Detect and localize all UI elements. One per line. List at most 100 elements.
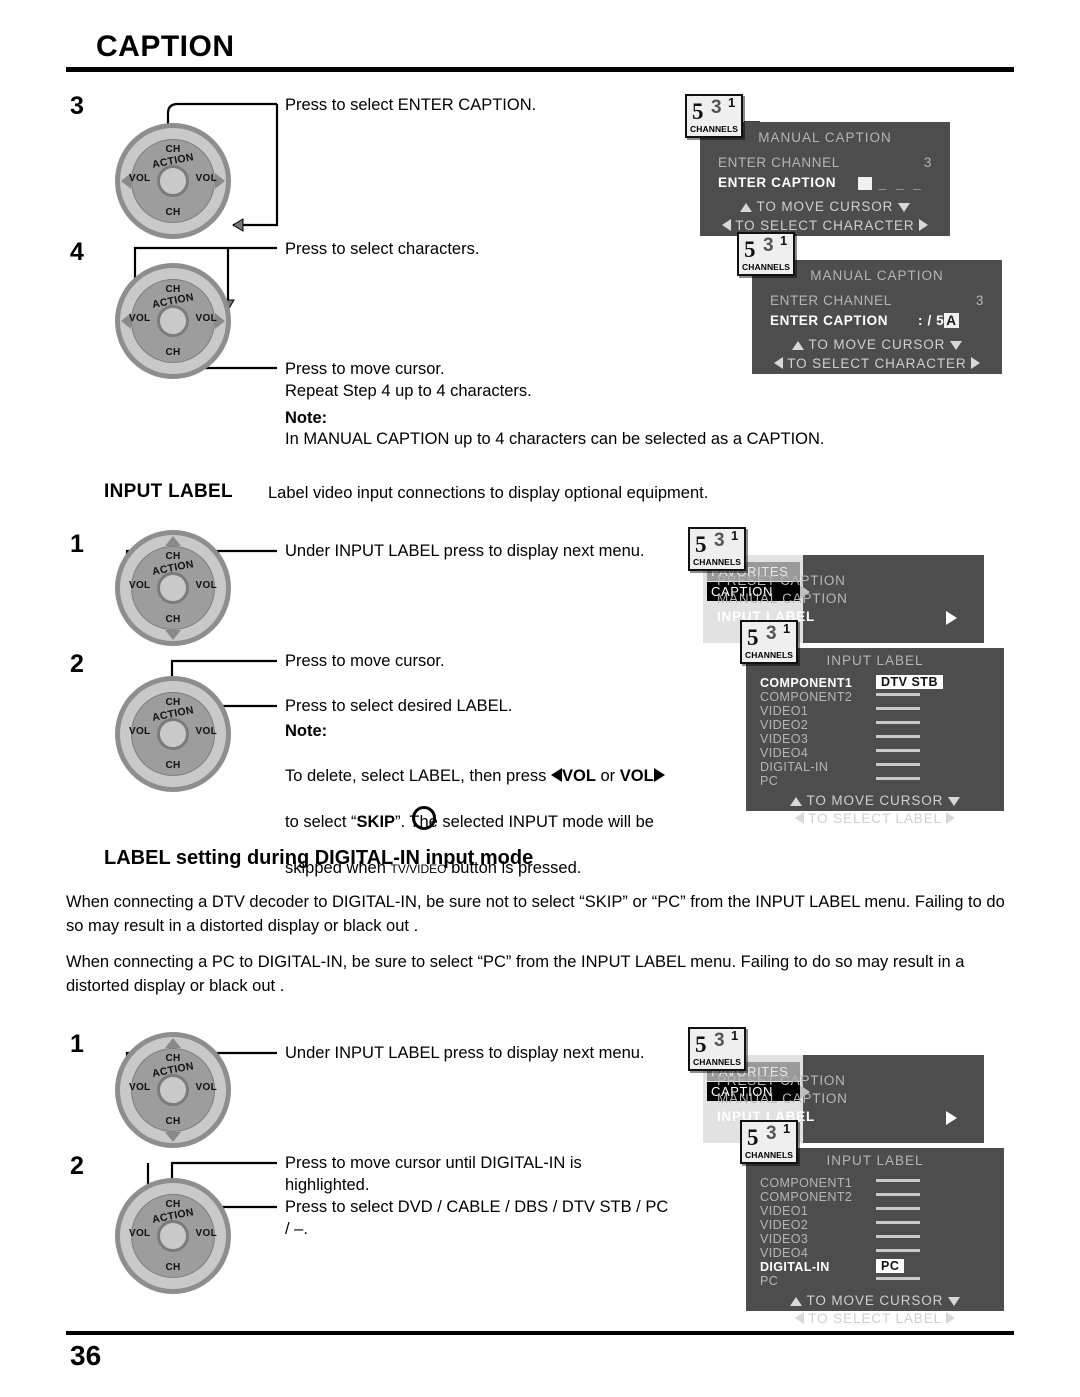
remote-dial-step3[interactable]: CH CH VOL VOL ACTION [115,123,231,239]
input-label-row[interactable]: VIDEO4 [760,1245,990,1260]
right-arrow-icon [946,812,956,824]
digital-in-para-1: When connecting a DTV decoder to DIGITAL… [66,893,1005,935]
menu-item-preset-caption[interactable]: PRESET CAPTION [717,573,846,588]
dial-label-ch-bottom: CH [165,1116,181,1127]
dial-action-hub[interactable] [157,572,189,604]
badge-caption: CHANNELS [692,557,742,567]
dial-down-arrow-icon [165,630,181,640]
step4-repeat: Repeat Step 4 up to 4 characters. [285,382,532,400]
input-label-row[interactable]: VIDEO3 [760,1231,990,1246]
input-label-empty-dash-icon [876,1235,920,1238]
badge-sup-number: 3 [714,1030,725,1051]
remote-dial-il-step2[interactable]: CH CH VOL VOL ACTION [115,676,231,792]
badge-sup-number: 3 [766,1123,777,1144]
menu-item-manual-caption[interactable]: MANUAL CAPTION [717,591,848,606]
input-label-row[interactable]: VIDEO2 [760,1217,990,1232]
input-label-row[interactable]: COMPONENT2 [760,688,990,704]
input-label-row-value [876,688,920,703]
il-note-text-a: To delete, select LABEL, then press [285,767,551,785]
badge-main-number: 5 [692,99,704,124]
badge-caption: CHANNELS [741,262,791,272]
page-number: 36 [70,1340,102,1371]
input-label-row[interactable]: VIDEO3 [760,731,990,746]
input-label-row[interactable]: DIGITAL-IN PC [760,1259,990,1274]
up-arrow-icon [790,1297,803,1306]
left-arrow-icon [773,357,783,369]
input-label-row[interactable]: DIGITAL-IN [760,758,990,774]
osd-manual-caption-1: MANUAL CAPTION ENTER CHANNEL 3 ENTER CAP… [700,122,950,236]
hint-text: TO SELECT LABEL [808,1311,942,1326]
dial-action-hub[interactable] [157,1074,189,1106]
dg-step2-d: / –. [285,1220,308,1238]
input-label-row[interactable]: COMPONENT1 DTV STB [760,675,990,690]
badge-main-number: 5 [744,237,756,262]
hint-text: TO SELECT CHARACTER [735,218,915,233]
dial-label-ch-bottom: CH [165,1262,181,1273]
input-label-rows-1: COMPONENT1 DTV STB COMPONENT2 VIDEO1 VIDEO2 V… [760,675,990,788]
dial-action-hub[interactable] [157,165,189,197]
menu-item-preset-caption[interactable]: PRESET CAPTION [717,1073,846,1088]
hint-text: TO SELECT LABEL [808,811,942,826]
up-arrow-icon [790,797,803,806]
hint-text: TO MOVE CURSOR [808,337,946,352]
down-arrow-icon [947,1297,960,1306]
input-label-row-label: VIDEO2 [760,1218,809,1232]
remote-dial-dg-step1[interactable]: CH CH VOL VOL ACTION [115,1032,231,1148]
input-label-row[interactable]: VIDEO4 [760,745,990,760]
osd-title: MANUAL CAPTION [758,130,892,145]
input-label-row[interactable]: PC [760,773,990,788]
dial-action-hub[interactable] [157,1220,189,1252]
osd-value-enter-caption: : / 5A [918,313,959,328]
digital-in-para-2: When connecting a PC to DIGITAL-IN, be s… [66,953,965,995]
input-label-row[interactable]: VIDEO1 [760,703,990,718]
dial-up-arrow-icon [165,1038,181,1048]
dial-action-hub[interactable] [157,718,189,750]
remote-dial-dg-step2[interactable]: CH CH VOL VOL ACTION [115,1178,231,1294]
input-label-row[interactable]: COMPONENT1 [760,1175,990,1190]
osd-label-enter-caption: ENTER CAPTION [718,175,837,190]
channels-badge-6: 5 3 1 CHANNELS [740,1120,798,1164]
input-label-rows-2: COMPONENT1 COMPONENT2 VIDEO1 VIDEO2 VIDEO3 VI… [760,1175,990,1288]
badge-caption: CHANNELS [692,1057,742,1067]
osd-value-enter-channel: 3 [975,293,984,308]
badge-caption: CHANNELS [689,124,739,134]
step4-instruction: Press to select characters. [285,240,480,258]
osd-label-enter-caption: ENTER CAPTION [770,313,889,328]
step-number-il2: 2 [70,650,84,678]
remote-dial-step4[interactable]: CH CH VOL VOL ACTION [115,263,231,379]
input-label-empty-dash-icon [876,693,920,696]
input-label-description: Label video input connections to display… [268,484,709,502]
dial-label-vol-right: VOL [195,1228,217,1239]
left-arrow-icon [794,1312,804,1324]
input-label-row[interactable]: VIDEO2 [760,717,990,732]
caption-cursor-block-icon [858,177,872,190]
badge-sup2-number: 1 [728,95,736,110]
input-label-empty-dash-icon [876,1179,920,1182]
channels-badge-2: 5 3 1 CHANNELS [737,232,795,276]
down-arrow-icon [949,341,962,350]
input-label-row[interactable]: PC [760,1272,990,1288]
note-label-input-label: Note: [285,722,328,740]
menu-item-manual-caption[interactable]: MANUAL CAPTION [717,1091,848,1106]
remote-dial-il-step1[interactable]: CH CH VOL VOL ACTION [115,530,231,646]
input-label-row[interactable]: COMPONENT2 [760,1189,990,1204]
input-label-row[interactable]: VIDEO1 [760,1203,990,1218]
input-label-row-label: VIDEO3 [760,732,809,746]
dial-label-ch-bottom: CH [165,207,181,218]
dial-action-hub[interactable] [157,305,189,337]
vol-left-arrow-icon [551,768,562,782]
il-step2-select: Press to select desired LABEL. [285,697,513,715]
badge-sup2-number: 1 [731,1028,739,1043]
input-label-row-label: VIDEO3 [760,1232,809,1246]
channels-badge-5: 5 3 1 CHANNELS [688,1027,746,1071]
il-note-skip: SKIP [356,813,396,831]
input-label-row-value [876,758,920,773]
hint-text: TO MOVE CURSOR [806,793,944,808]
dial-label-vol-right: VOL [195,173,217,184]
input-label-row-label: VIDEO4 [760,1246,809,1260]
channels-badge-3: 5 3 1 CHANNELS [688,527,746,571]
input-label-row-value [876,1272,920,1287]
osd-value-enter-channel: 3 [923,155,932,170]
dg-step2-b: highlighted. [285,1176,370,1194]
input-label-empty-dash-icon [876,1193,920,1196]
